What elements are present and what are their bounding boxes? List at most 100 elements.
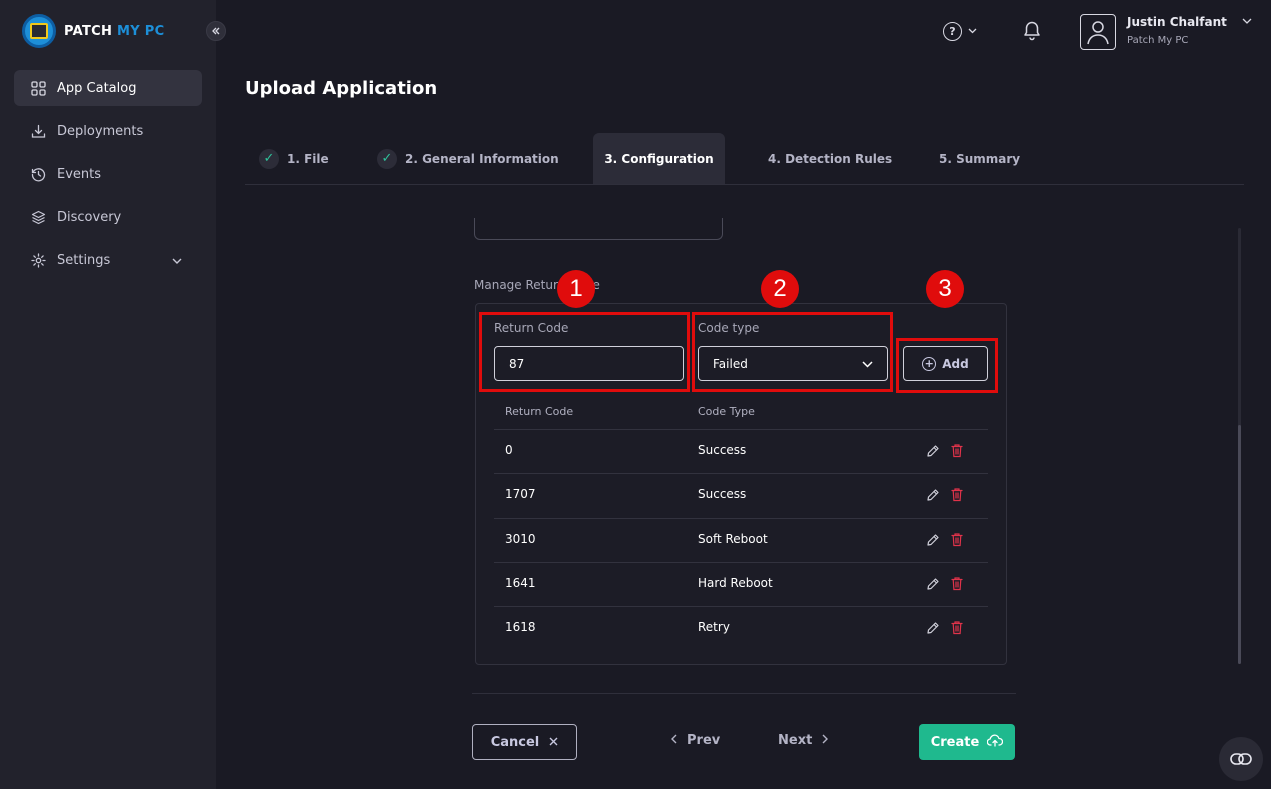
user-name: Justin Chalfant — [1127, 15, 1227, 29]
row-actions — [926, 487, 964, 506]
check-icon: ✓ — [259, 148, 279, 169]
gear-icon — [30, 252, 46, 268]
user-menu[interactable]: Justin Chalfant Patch My PC — [1080, 14, 1252, 50]
tab-detection-rules[interactable]: 4. Detection Rules — [768, 133, 892, 184]
layers-icon — [30, 209, 46, 225]
user-org: Patch My PC — [1127, 35, 1189, 46]
chevron-left-icon — [671, 733, 677, 748]
next-label: Next — [778, 733, 813, 748]
edit-pencil-icon[interactable] — [926, 620, 940, 639]
row-actions — [926, 576, 964, 595]
link-icon — [1230, 753, 1252, 765]
edit-pencil-icon[interactable] — [926, 443, 940, 462]
delete-trash-icon[interactable] — [950, 532, 964, 551]
code-type-cell: Hard Reboot — [698, 575, 773, 590]
chevron-down-icon — [1242, 16, 1252, 27]
sidebar-item-discovery[interactable]: Discovery — [14, 199, 202, 235]
download-icon — [30, 123, 46, 139]
wizard-tabs: ✓ 1. File ✓ 2. General Information 3. Co… — [245, 133, 1244, 185]
sidebar-item-label: Events — [57, 166, 102, 182]
sidebar-item-label: Discovery — [57, 209, 122, 225]
row-actions — [926, 532, 964, 551]
create-label: Create — [930, 734, 980, 750]
return-code-cell: 1641 — [505, 575, 536, 590]
prev-button[interactable]: Prev — [671, 733, 720, 748]
annotation-marker-3: 3 — [926, 270, 964, 308]
table-row: 1641 Hard Reboot — [494, 561, 988, 606]
scrollbar-thumb[interactable] — [1238, 425, 1241, 664]
tab-configuration[interactable]: 3. Configuration — [593, 133, 725, 184]
sidebar-item-events[interactable]: Events — [14, 156, 202, 192]
delete-trash-icon[interactable] — [950, 443, 964, 462]
tab-summary[interactable]: 5. Summary — [939, 133, 1020, 184]
cancel-button[interactable]: Cancel — [472, 724, 577, 760]
tab-file[interactable]: ✓ 1. File — [259, 133, 329, 184]
tab-general-information[interactable]: ✓ 2. General Information — [377, 133, 559, 184]
annotation-marker-2: 2 — [761, 270, 799, 308]
highlight-box-1 — [479, 312, 690, 392]
next-button[interactable]: Next — [778, 733, 829, 748]
create-button[interactable]: Create — [919, 724, 1015, 760]
chat-support-button[interactable] — [1219, 737, 1263, 781]
tab-label: 1. File — [287, 151, 329, 166]
chevron-right-icon — [822, 733, 829, 748]
tab-label: 4. Detection Rules — [768, 151, 893, 166]
code-type-cell: Success — [698, 487, 747, 502]
footer-divider — [472, 693, 1016, 694]
edit-pencil-icon[interactable] — [926, 487, 940, 506]
chevron-down-icon — [172, 254, 182, 267]
return-code-cell: 3010 — [505, 531, 536, 546]
brand-logo[interactable]: PATCH MY PC — [22, 14, 164, 48]
sidebar-item-label: Deployments — [57, 123, 144, 139]
table-row: 3010 Soft Reboot — [494, 517, 988, 562]
check-icon: ✓ — [377, 148, 397, 169]
prev-label: Prev — [687, 733, 721, 748]
highlight-box-3 — [896, 338, 998, 393]
delete-trash-icon[interactable] — [950, 576, 964, 595]
sidebar-item-app-catalog[interactable]: App Catalog — [14, 70, 202, 106]
sidebar-item-label: Settings — [57, 252, 111, 268]
edit-pencil-icon[interactable] — [926, 532, 940, 551]
sidebar-item-label: App Catalog — [57, 80, 137, 96]
user-icon — [1087, 21, 1109, 45]
double-chevron-left-icon — [212, 27, 220, 35]
previous-field-input[interactable] — [474, 218, 723, 240]
edit-pencil-icon[interactable] — [926, 576, 940, 595]
code-type-cell: Success — [698, 443, 747, 457]
table-row: 1618 Retry — [494, 606, 988, 650]
notifications-bell-icon[interactable] — [1022, 20, 1042, 42]
delete-trash-icon[interactable] — [950, 620, 964, 639]
history-icon — [30, 166, 46, 182]
tab-label: 3. Configuration — [604, 151, 714, 166]
return-code-cell: 1618 — [505, 620, 536, 635]
avatar — [1080, 14, 1116, 50]
return-code-cell: 0 — [505, 443, 513, 457]
annotation-marker-1: 1 — [557, 270, 595, 308]
help-icon: ? — [943, 22, 962, 41]
highlight-box-2 — [692, 312, 893, 392]
tab-label: 5. Summary — [939, 151, 1021, 166]
cancel-label: Cancel — [490, 734, 540, 750]
grid-icon — [30, 80, 46, 96]
table-header-return-code: Return Code — [505, 405, 574, 418]
code-type-cell: Soft Reboot — [698, 531, 768, 546]
brand-name: PATCH MY PC — [64, 23, 165, 39]
return-code-cell: 1707 — [505, 487, 536, 502]
help-menu[interactable]: ? — [943, 22, 977, 41]
row-actions — [926, 620, 964, 639]
sidebar-item-deployments[interactable]: Deployments — [14, 113, 202, 149]
tab-label: 2. General Information — [405, 151, 559, 166]
sidebar: PATCH MY PC App Catalog Deployments Even… — [0, 0, 216, 789]
sidebar-item-settings[interactable]: Settings — [14, 242, 202, 278]
collapse-sidebar-button[interactable] — [206, 21, 226, 41]
table-header-code-type: Code Type — [698, 405, 755, 418]
cloud-upload-icon — [987, 734, 1004, 751]
delete-trash-icon[interactable] — [950, 487, 964, 506]
patch-my-pc-logo-icon — [22, 14, 56, 48]
code-type-cell: Retry — [698, 620, 730, 635]
page-title: Upload Application — [245, 78, 438, 99]
table-row: 0 Success — [494, 429, 988, 473]
row-actions — [926, 443, 964, 462]
table-row: 1707 Success — [494, 473, 988, 517]
close-icon — [549, 735, 558, 750]
